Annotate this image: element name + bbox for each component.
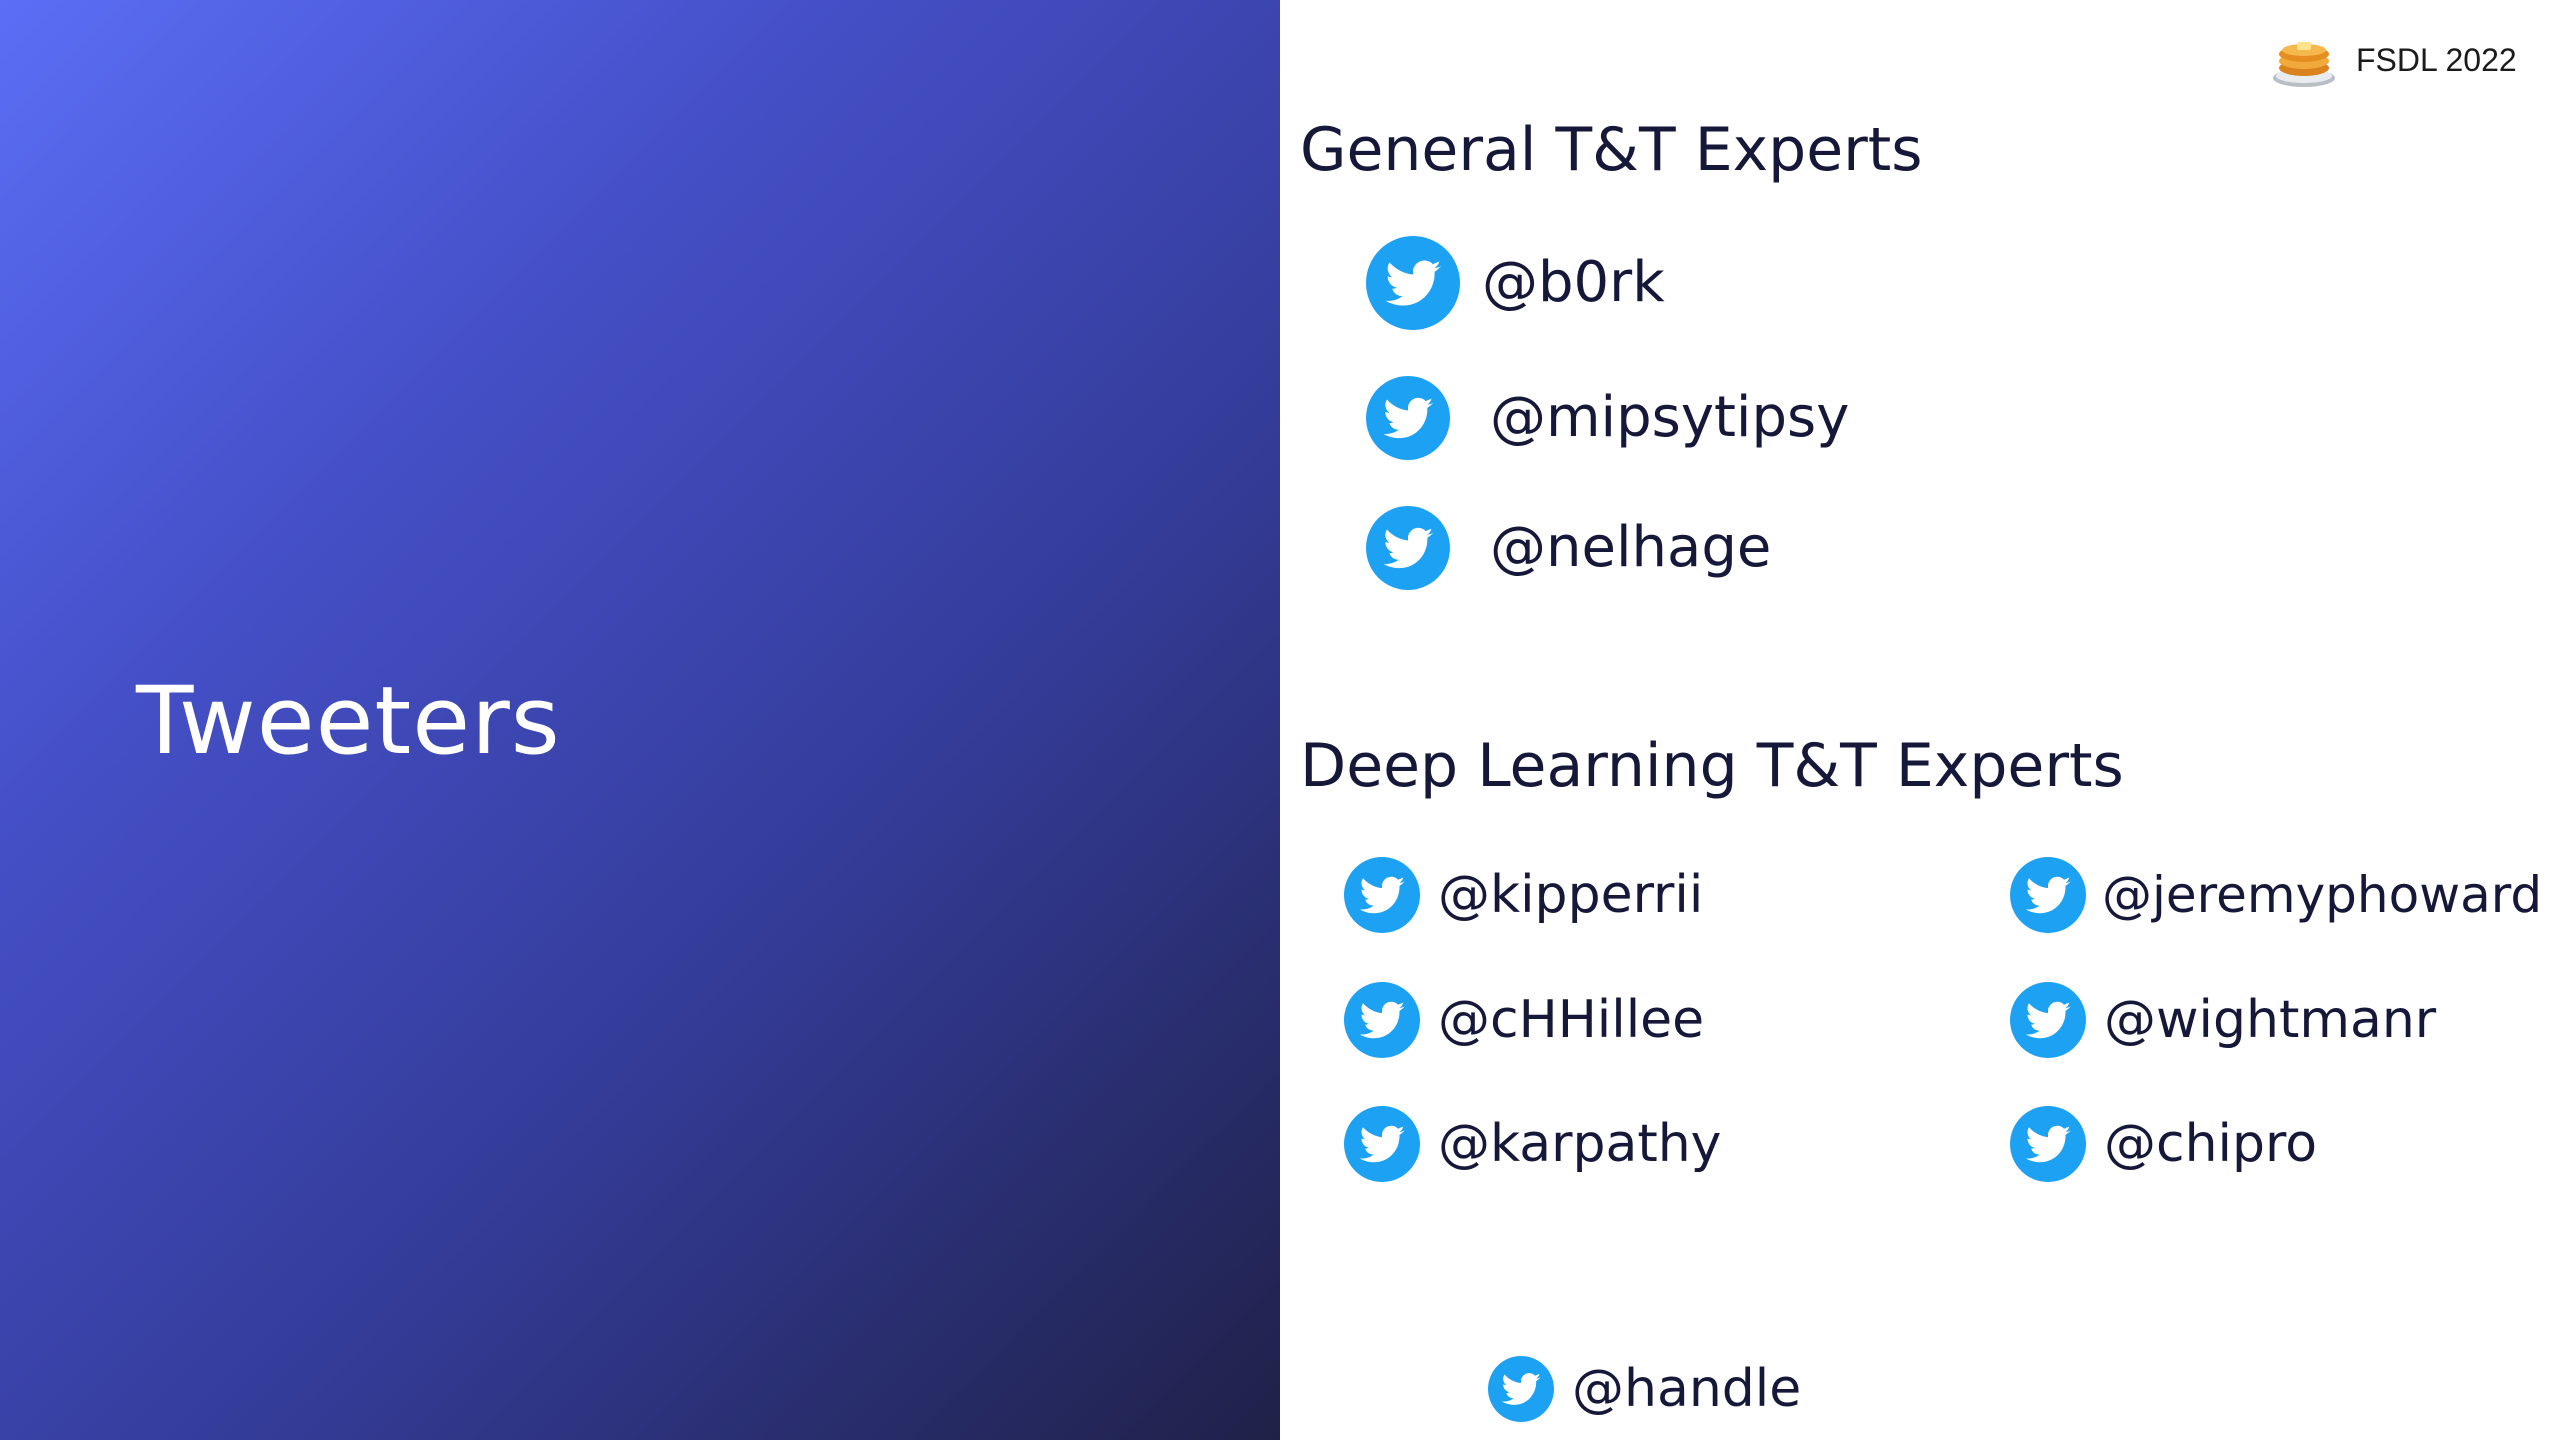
pancake-stack-icon (2273, 42, 2335, 87)
handle-text: @chipro (2104, 1114, 2318, 1174)
handle-text: @handle (1572, 1359, 1802, 1419)
handle-karpathy[interactable]: @karpathy (1344, 1106, 1721, 1182)
twitter-bird-icon (2010, 1106, 2086, 1182)
handle-text: @wightmanr (2104, 990, 2437, 1050)
brand-badge: FSDL 2022 (2270, 30, 2517, 90)
handle-nelhage[interactable]: @nelhage (1366, 506, 1771, 590)
twitter-bird-icon (1344, 982, 1420, 1058)
brand-text: FSDL 2022 (2356, 41, 2517, 78)
content-panel (1280, 0, 2560, 1440)
handle-text: @karpathy (1438, 1114, 1722, 1174)
handle-chipro[interactable]: @chipro (2010, 1106, 2317, 1182)
twitter-bird-icon (1344, 1106, 1420, 1182)
twitter-bird-icon (1366, 506, 1450, 590)
deep-learning-section-title: Deep Learning T&T Experts (1300, 731, 2124, 801)
handle-text: @cHHillee (1438, 990, 1705, 1050)
handle-text: @b0rk (1482, 250, 1665, 315)
handle-text: @kipperrii (1438, 865, 1704, 925)
twitter-bird-icon (1344, 857, 1420, 933)
handle-text: @nelhage (1490, 515, 1772, 580)
general-section-title: General T&T Experts (1300, 115, 1923, 185)
slide-title: Tweeters (136, 667, 561, 776)
twitter-bird-icon (2010, 857, 2086, 933)
handle-mipsytipsy[interactable]: @mipsytipsy (1366, 376, 1849, 460)
twitter-bird-icon (2010, 982, 2086, 1058)
handle-footer[interactable]: @handle (1488, 1356, 1801, 1422)
twitter-bird-icon (1366, 236, 1460, 330)
handle-text: @mipsytipsy (1490, 385, 1850, 450)
handle-text: @jeremyphoward (2102, 866, 2543, 924)
twitter-bird-icon (1366, 376, 1450, 460)
handle-chhillee[interactable]: @cHHillee (1344, 982, 1704, 1058)
handle-kipperrii[interactable]: @kipperrii (1344, 857, 1703, 933)
handle-b0rk[interactable]: @b0rk (1366, 236, 1665, 330)
handle-jeremyphoward[interactable]: @jeremyphoward (2010, 857, 2542, 933)
title-panel: Tweeters (0, 0, 1280, 1440)
handle-wightmanr[interactable]: @wightmanr (2010, 982, 2436, 1058)
twitter-bird-icon (1488, 1356, 1554, 1422)
